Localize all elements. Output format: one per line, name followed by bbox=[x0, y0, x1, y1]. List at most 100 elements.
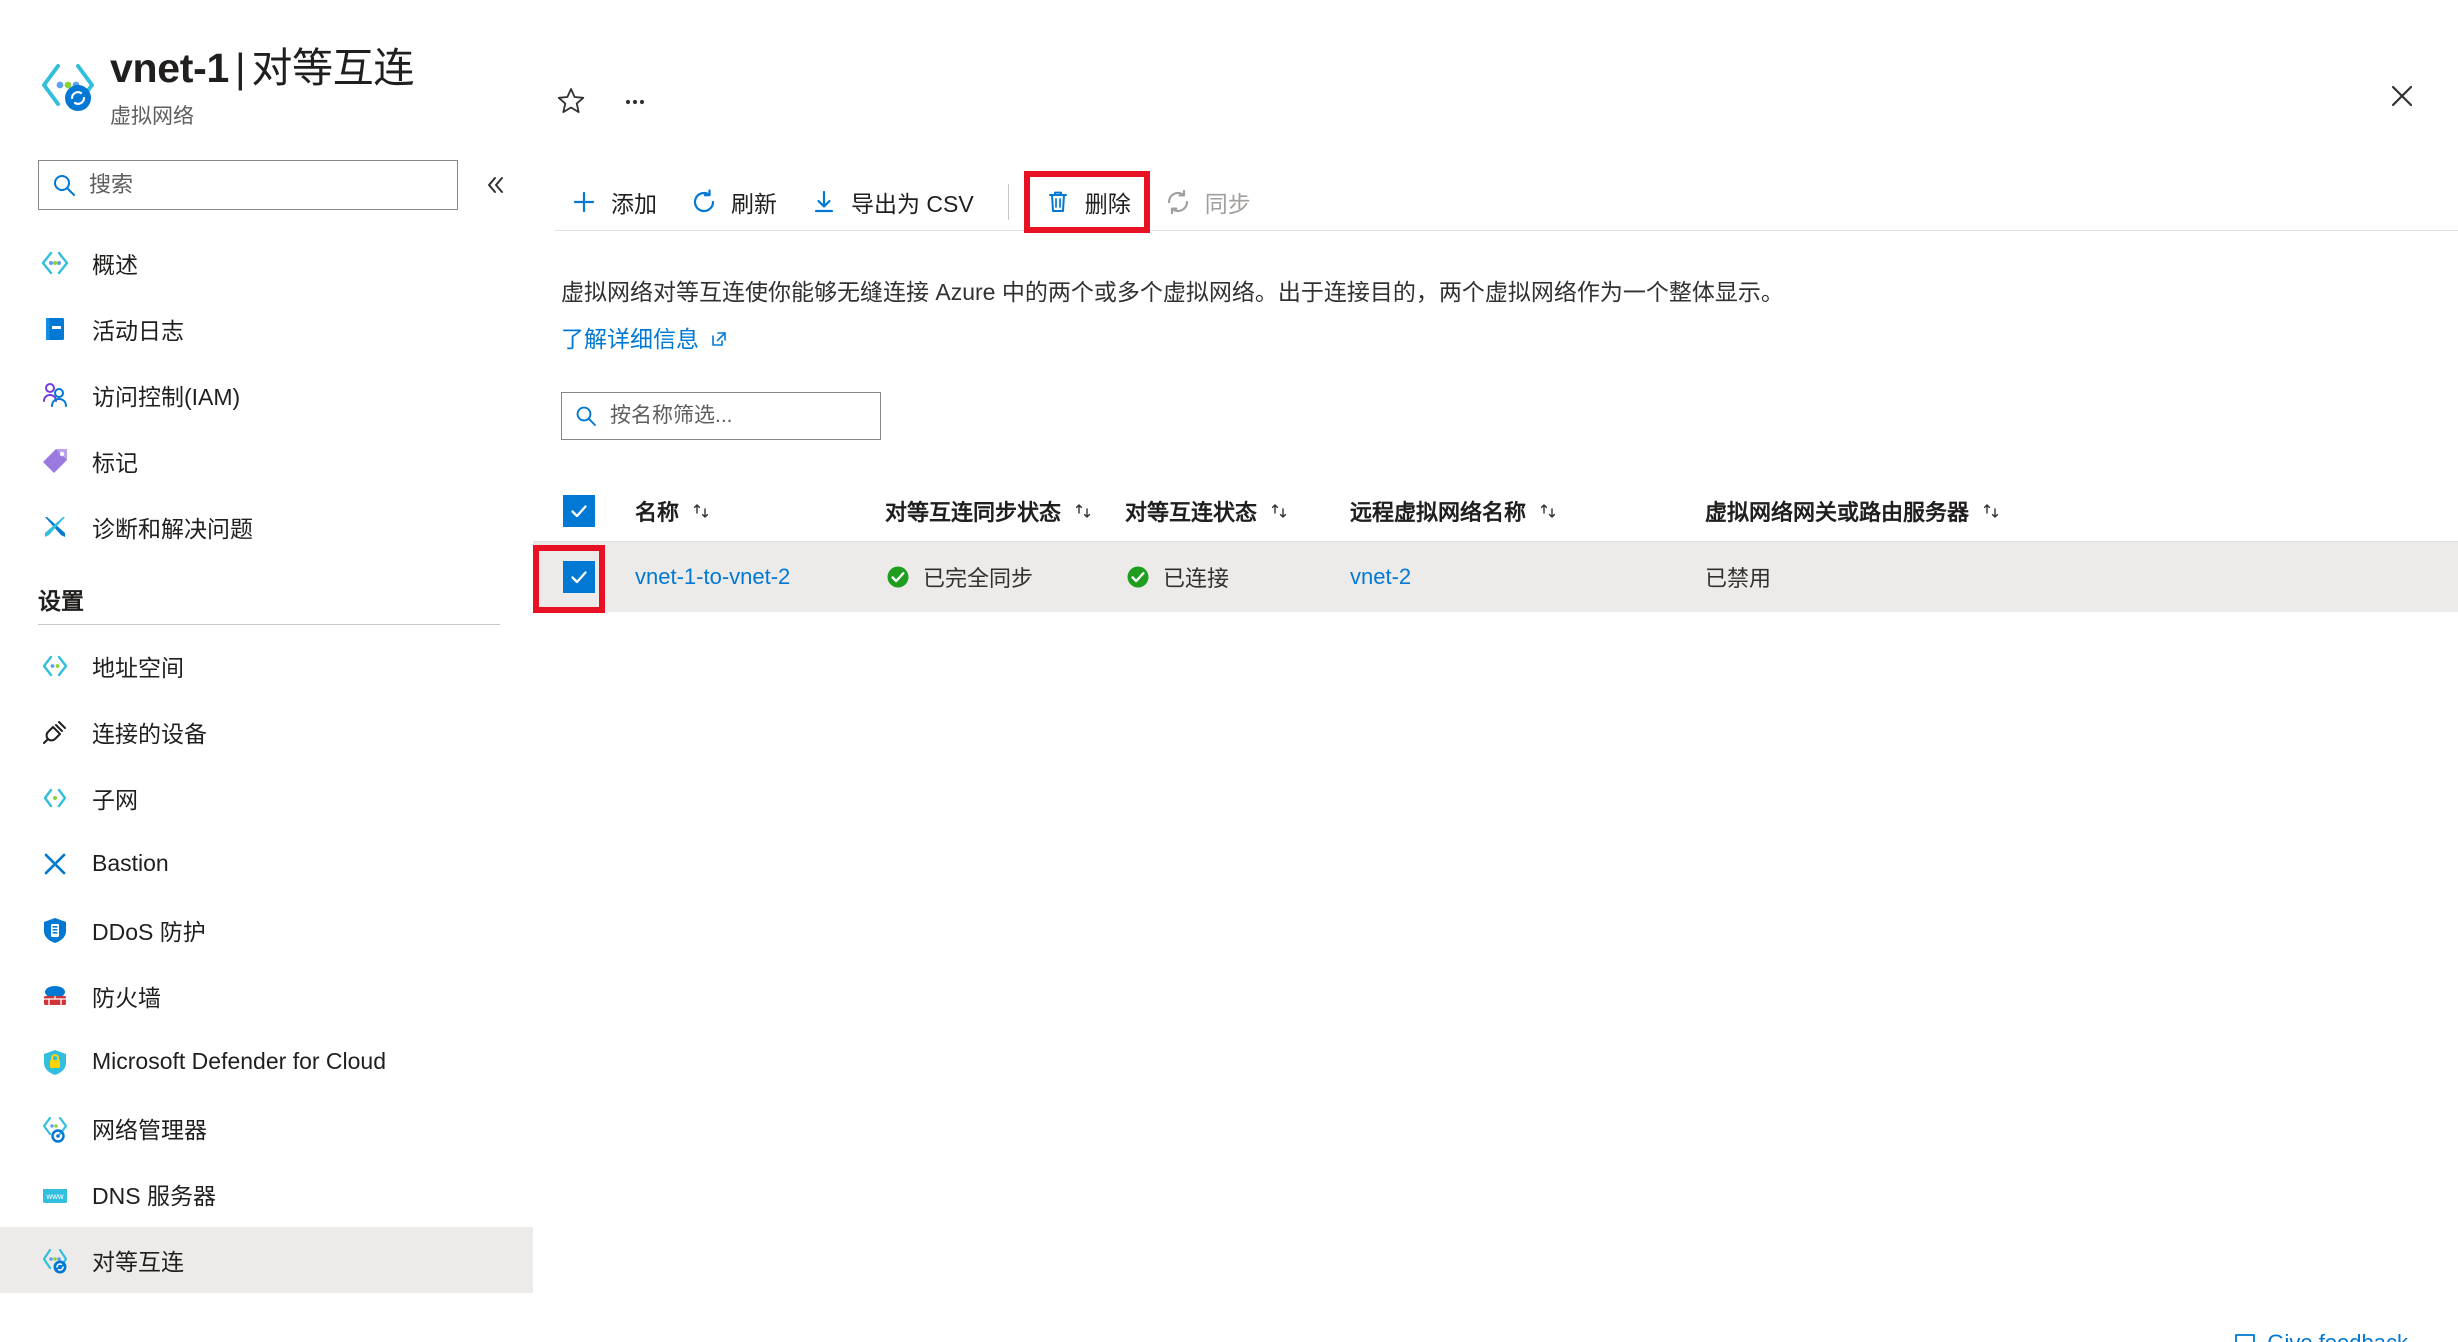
sidebar-item-bastion[interactable]: Bastion bbox=[0, 831, 533, 897]
network-manager-icon bbox=[38, 1111, 72, 1145]
row-select-cell bbox=[533, 545, 625, 613]
column-header-gateway[interactable]: 虚拟网络网关或路由服务器 bbox=[1705, 495, 2458, 527]
virtual-network-icon bbox=[38, 246, 72, 280]
sidebar-group-settings: 设置 bbox=[38, 587, 84, 614]
sidebar-search-box[interactable] bbox=[38, 159, 458, 210]
search-input[interactable] bbox=[89, 171, 445, 198]
search-icon bbox=[574, 404, 598, 428]
title-separator: | bbox=[234, 45, 246, 91]
cell-name: vnet-1-to-vnet-2 bbox=[625, 564, 885, 590]
sidebar-item-peerings[interactable]: 对等互连 bbox=[0, 1226, 533, 1293]
filter-input[interactable] bbox=[610, 404, 868, 428]
export-csv-button[interactable]: 导出为 CSV bbox=[793, 174, 990, 230]
close-icon[interactable] bbox=[2376, 70, 2428, 122]
sync-status-badge: 已完全同步 bbox=[885, 561, 1033, 593]
chevron-double-left-icon[interactable] bbox=[474, 164, 516, 206]
column-header-peering-state[interactable]: 对等互连状态 bbox=[1125, 495, 1350, 527]
sync-button[interactable]: 同步 bbox=[1147, 174, 1267, 230]
sort-updown-icon bbox=[1269, 501, 1289, 521]
delete-button[interactable]: 删除 bbox=[1023, 171, 1150, 233]
address-space-icon bbox=[38, 649, 72, 683]
azure-portal-page: vnet-1 | 对等互连 虚拟网络 搜索 概述 活动日志 访问控制(IAM) … bbox=[0, 0, 2458, 1342]
sync-button-label: 同步 bbox=[1204, 191, 1251, 217]
table-header-row: 名称 对等互连同步状态 对等互连状态 远程虚拟网络名称 虚拟网络网关或路由服务器 bbox=[533, 480, 2458, 542]
sidebar-item-address-space[interactable]: 地址空间 bbox=[0, 633, 533, 699]
select-all-checkbox[interactable] bbox=[563, 494, 595, 527]
column-header-label: 名称 bbox=[635, 499, 680, 525]
cell-peering-state: 已连接 bbox=[1125, 561, 1350, 593]
column-header-label: 远程虚拟网络名称 bbox=[1350, 499, 1527, 525]
refresh-button[interactable]: 刷新 bbox=[673, 174, 793, 230]
column-header-label: 对等互连状态 bbox=[1125, 499, 1258, 525]
toolbar-rule bbox=[555, 230, 2458, 231]
delete-button-label: 删除 bbox=[1084, 191, 1131, 217]
sidebar-item-activity-log[interactable]: 活动日志 bbox=[0, 296, 533, 362]
search-icon bbox=[51, 172, 77, 198]
svg-text:www: www bbox=[45, 1192, 64, 1201]
blade-topbar bbox=[533, 0, 2458, 160]
column-header-label: 虚拟网络网关或路由服务器 bbox=[1705, 499, 1970, 525]
external-link-icon bbox=[709, 329, 729, 349]
cell-sync-status: 已完全同步 bbox=[885, 561, 1125, 593]
learn-more-link[interactable]: 了解详细信息 bbox=[561, 322, 729, 357]
peering-icon bbox=[38, 1243, 72, 1277]
star-outline-icon[interactable] bbox=[545, 76, 597, 128]
resource-title-group: vnet-1 | 对等互连 虚拟网络 bbox=[110, 45, 414, 130]
sidebar-item-firewall[interactable]: 防火墙 bbox=[0, 963, 533, 1029]
add-button[interactable]: 添加 bbox=[553, 174, 673, 230]
sidebar-search-row bbox=[0, 159, 533, 210]
sidebar-item-connected-devices[interactable]: 连接的设备 bbox=[0, 699, 533, 765]
gateway-text: 已禁用 bbox=[1705, 566, 1772, 591]
sidebar-item-label: 子网 bbox=[92, 786, 138, 813]
download-icon bbox=[809, 187, 839, 217]
sidebar-item-overview[interactable]: 概述 bbox=[0, 230, 533, 296]
ellipsis-icon[interactable] bbox=[609, 76, 661, 128]
dns-server-icon: www bbox=[38, 1177, 72, 1211]
diagnose-tools-icon bbox=[38, 510, 72, 544]
plus-icon bbox=[569, 187, 599, 217]
command-bar: 添加 刷新 导出为 CSV 删除 同步 bbox=[533, 171, 2458, 233]
main-content: 添加 刷新 导出为 CSV 删除 同步 虚拟网络对等互连使你能够无缝连接 Azu… bbox=[533, 0, 2458, 1342]
sidebar-item-label: 访问控制(IAM) bbox=[92, 383, 241, 410]
give-feedback-label: Give feedback bbox=[2267, 1330, 2408, 1342]
column-header-name[interactable]: 名称 bbox=[625, 495, 885, 527]
sidebar-item-access-control[interactable]: 访问控制(IAM) bbox=[0, 362, 533, 428]
tag-icon bbox=[38, 444, 72, 478]
sort-updown-icon bbox=[1981, 501, 2001, 521]
sidebar-nav: 概述 活动日志 访问控制(IAM) 标记 诊断和解决问题 设置 地址空间 连接的… bbox=[0, 230, 533, 1293]
export-csv-button-label: 导出为 CSV bbox=[851, 191, 974, 217]
learn-more-label: 了解详细信息 bbox=[561, 325, 699, 352]
add-button-label: 添加 bbox=[611, 191, 657, 217]
sidebar-item-network-manager[interactable]: 网络管理器 bbox=[0, 1095, 533, 1161]
sidebar-item-subnets[interactable]: 子网 bbox=[0, 765, 533, 831]
sidebar-item-label: Bastion bbox=[92, 850, 169, 877]
sidebar-item-tags[interactable]: 标记 bbox=[0, 428, 533, 494]
sort-updown-icon bbox=[691, 501, 711, 521]
column-header-sync-status[interactable]: 对等互连同步状态 bbox=[885, 495, 1125, 527]
row-checkbox[interactable] bbox=[563, 561, 595, 593]
sidebar-item-label: 连接的设备 bbox=[92, 720, 207, 747]
remote-vnet-link[interactable]: vnet-2 bbox=[1350, 564, 1411, 590]
peering-name-link[interactable]: vnet-1-to-vnet-2 bbox=[635, 564, 790, 590]
sync-status-text: 已完全同步 bbox=[923, 566, 1034, 591]
table-row[interactable]: vnet-1-to-vnet-2 已完全同步 已连接 vnet-2 已禁用 bbox=[533, 542, 2458, 613]
firewall-icon bbox=[38, 979, 72, 1013]
sort-updown-icon bbox=[1538, 501, 1558, 521]
sidebar-item-dns-servers[interactable]: www DNS 服务器 bbox=[0, 1161, 533, 1227]
give-feedback-link[interactable]: Give feedback bbox=[2233, 1330, 2408, 1342]
sidebar-item-label: DDoS 防护 bbox=[92, 918, 206, 945]
sidebar-item-ddos-protection[interactable]: DDoS 防护 bbox=[0, 897, 533, 963]
sidebar-item-diagnose[interactable]: 诊断和解决问题 bbox=[0, 494, 533, 560]
column-header-label: 对等互连同步状态 bbox=[885, 499, 1062, 525]
cell-gateway: 已禁用 bbox=[1705, 561, 2458, 593]
refresh-icon bbox=[689, 187, 719, 217]
column-header-remote-vnet[interactable]: 远程虚拟网络名称 bbox=[1350, 495, 1705, 527]
subnet-icon bbox=[38, 781, 72, 815]
ddos-shield-icon bbox=[38, 913, 72, 947]
sidebar-item-defender-for-cloud[interactable]: Microsoft Defender for Cloud bbox=[0, 1029, 533, 1095]
description-block: 虚拟网络对等互连使你能够无缝连接 Azure 中的两个或多个虚拟网络。出于连接目… bbox=[533, 275, 2458, 356]
sidebar-item-label: 概述 bbox=[92, 251, 138, 278]
filter-box[interactable] bbox=[561, 392, 881, 440]
sidebar-item-label: 诊断和解决问题 bbox=[92, 515, 253, 542]
resource-header: vnet-1 | 对等互连 虚拟网络 bbox=[0, 45, 533, 130]
